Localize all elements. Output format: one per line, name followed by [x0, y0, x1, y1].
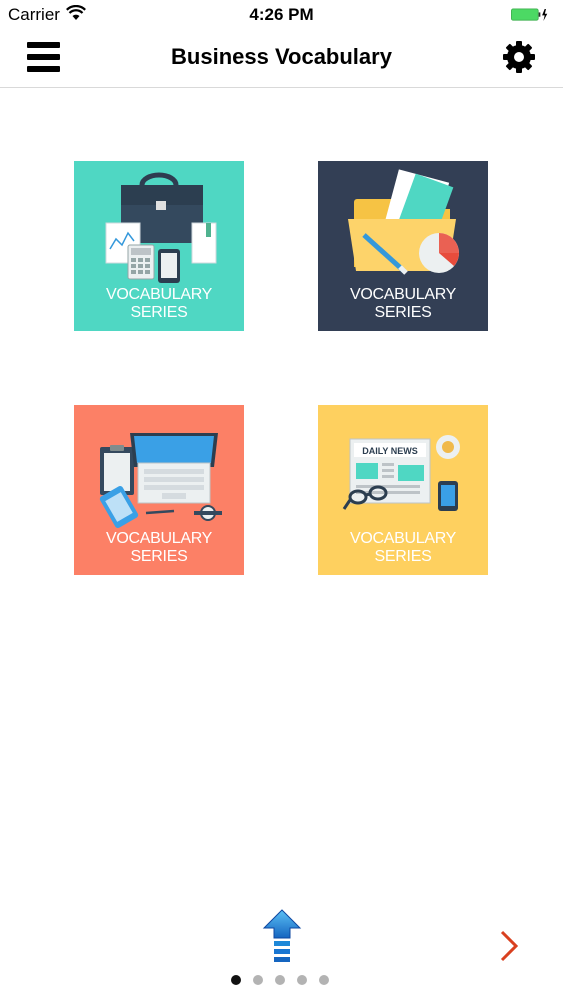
gear-icon[interactable]	[501, 39, 537, 75]
tile-label-line-1: VOCABULARY	[105, 286, 213, 303]
page-title: Business Vocabulary	[171, 44, 392, 69]
vocabulary-series-tile-3[interactable]: VOCABULARY SERIES	[74, 405, 244, 575]
page-dot-3[interactable]	[275, 975, 285, 985]
tile-label: VOCABULARY SERIES	[74, 286, 244, 322]
page-dot-5[interactable]	[319, 975, 329, 985]
tile-label-line-2: SERIES	[130, 304, 188, 321]
newspaper-heading: DAILY NEWS	[362, 446, 418, 456]
tile-label: VOCABULARY SERIES	[74, 530, 244, 566]
tile-label: VOCABULARY SERIES	[318, 530, 488, 566]
tile-label-line-2: SERIES	[374, 304, 432, 321]
navigation-bar: Business Vocabulary	[0, 30, 563, 88]
page-dot-1[interactable]	[231, 975, 241, 985]
tile-label: VOCABULARY SERIES	[318, 286, 488, 322]
tile-label-line-2: SERIES	[374, 548, 432, 565]
tile-label-line-2: SERIES	[130, 548, 188, 565]
vocabulary-series-tile-2[interactable]: VOCABULARY SERIES	[318, 161, 488, 331]
tile-label-line-1: VOCABULARY	[349, 530, 457, 547]
tile-label-line-1: VOCABULARY	[105, 530, 213, 547]
vocabulary-series-tile-4[interactable]: DAILY NEWS VOCABULARY SERIES	[318, 405, 488, 575]
scroll-up-arrow-icon[interactable]	[262, 908, 302, 968]
vocabulary-series-tile-1[interactable]: VOCABULARY SERIES	[74, 161, 244, 331]
status-time: 4:26 PM	[249, 5, 314, 24]
status-bar: Carrier 4:26 PM	[0, 0, 563, 30]
page-dot-4[interactable]	[297, 975, 307, 985]
battery-icon	[511, 8, 548, 22]
tile-label-line-1: VOCABULARY	[349, 286, 457, 303]
chevron-right-icon[interactable]	[497, 928, 521, 964]
page-dot-2[interactable]	[253, 975, 263, 985]
